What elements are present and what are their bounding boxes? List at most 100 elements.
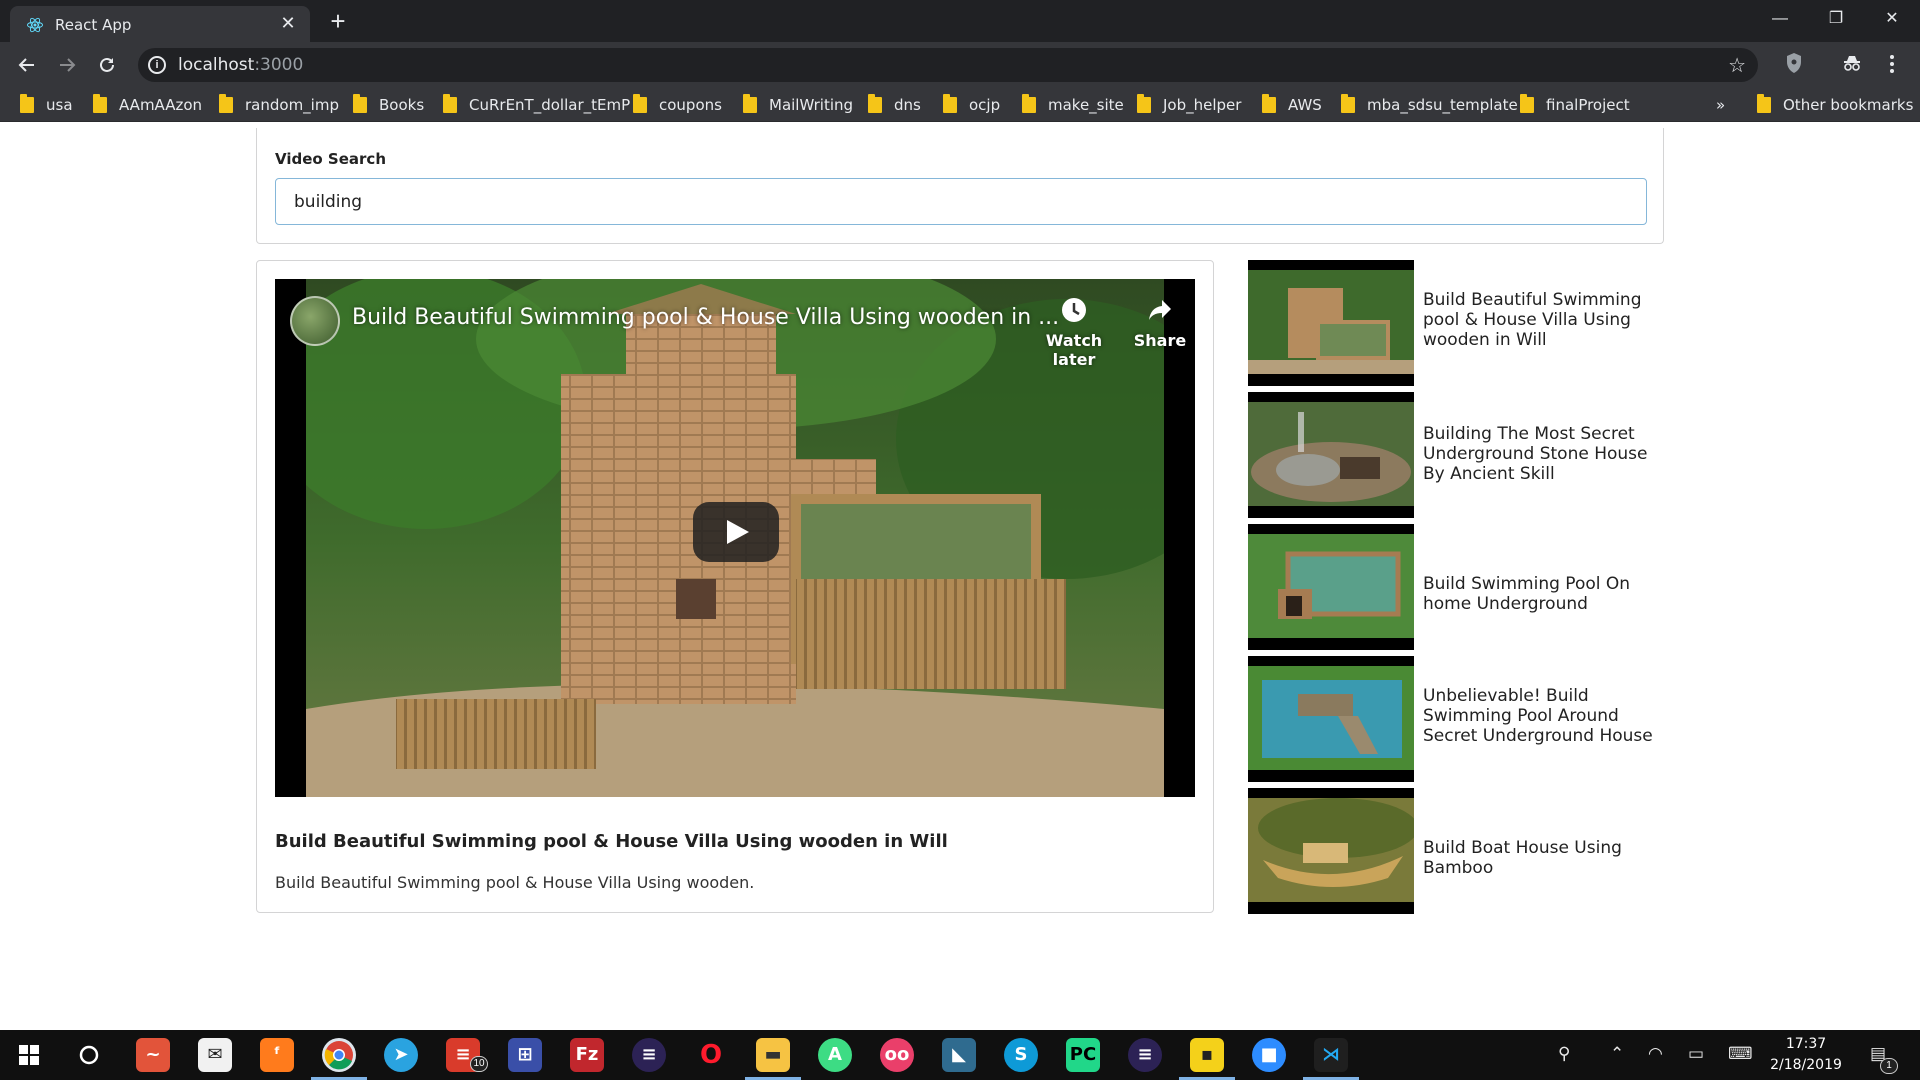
bookmark-folder[interactable]: coupons xyxy=(633,94,722,115)
wifi-icon[interactable]: ◠ xyxy=(1648,1044,1663,1064)
play-button[interactable] xyxy=(693,502,779,562)
share-arrow-icon xyxy=(1149,300,1171,320)
app-icon-tool[interactable]: ~ xyxy=(136,1038,170,1072)
folder-icon xyxy=(633,94,647,113)
app-icon-oo[interactable]: oo xyxy=(880,1038,914,1072)
search-circle-icon[interactable] xyxy=(72,1038,106,1072)
windows-start-icon[interactable] xyxy=(12,1038,46,1072)
minimize-button[interactable]: — xyxy=(1752,0,1808,38)
folder-icon xyxy=(93,94,107,113)
eclipse-icon-alt[interactable]: ≡ xyxy=(1128,1038,1162,1072)
video-thumbnail[interactable] xyxy=(1248,392,1414,518)
video-thumbnail[interactable] xyxy=(1248,524,1414,650)
new-tab-button[interactable]: + xyxy=(323,6,353,36)
android-studio-icon[interactable]: A xyxy=(818,1038,852,1072)
bookmark-folder[interactable]: mba_sdsu_template xyxy=(1341,94,1518,115)
react-logo-icon xyxy=(27,17,43,33)
folder-icon xyxy=(353,94,367,113)
bookmark-folder[interactable]: AWS xyxy=(1262,94,1322,115)
video-player[interactable]: Build Beautiful Swimming pool & House Vi… xyxy=(275,279,1195,797)
folder-icon xyxy=(1137,94,1151,113)
watch-later-button[interactable]: Watch later xyxy=(1029,297,1119,369)
bookmark-label: coupons xyxy=(659,96,722,114)
address-bar[interactable]: i localhost:3000 ☆ xyxy=(138,48,1758,82)
bookmark-folder[interactable]: usa xyxy=(20,94,73,115)
folder-icon xyxy=(20,94,34,113)
firefox-icon[interactable]: ᶠ xyxy=(260,1038,294,1072)
bookmark-folder[interactable]: finalProject xyxy=(1520,94,1630,115)
battery-icon[interactable]: ▭ xyxy=(1688,1044,1704,1064)
bookmark-label: CuRrEnT_dollar_tEmP xyxy=(469,96,631,114)
thumbnail-image xyxy=(1248,798,1414,902)
video-thumbnail[interactable] xyxy=(1248,260,1414,386)
site-info-icon[interactable]: i xyxy=(148,56,166,74)
bookmark-folder[interactable]: CuRrEnT_dollar_tEmP xyxy=(443,94,631,115)
back-button[interactable] xyxy=(12,50,42,80)
zoom-icon[interactable]: ■ xyxy=(1252,1038,1286,1072)
video-list-item[interactable]: Building The Most Secret Underground Sto… xyxy=(1248,392,1668,518)
video-search-input[interactable] xyxy=(275,178,1647,225)
bookmark-label: dns xyxy=(894,96,921,114)
bookmark-folder[interactable]: AAmAAzon xyxy=(93,94,202,115)
chrome-icon[interactable] xyxy=(322,1038,356,1072)
skype-icon[interactable]: S xyxy=(1004,1038,1038,1072)
vscode-icon[interactable]: ⋊ xyxy=(1314,1038,1348,1072)
share-button[interactable]: Share xyxy=(1115,297,1195,350)
video-list-item[interactable]: Build Boat House Using Bamboo xyxy=(1248,788,1668,914)
sticky-notes-icon[interactable]: ▪ xyxy=(1190,1038,1224,1072)
bookmark-folder[interactable]: make_site xyxy=(1022,94,1124,115)
other-bookmarks-folder[interactable]: Other bookmarks xyxy=(1757,94,1913,115)
extension-shield-icon[interactable] xyxy=(1782,48,1806,79)
reload-button[interactable] xyxy=(92,50,122,80)
network-app-icon[interactable]: ⊞ xyxy=(508,1038,542,1072)
bookmark-label: make_site xyxy=(1048,96,1124,114)
mail-icon[interactable]: ✉ xyxy=(198,1038,232,1072)
back-arrow-icon xyxy=(18,58,34,72)
bookmarks-overflow-button[interactable]: » xyxy=(1716,95,1725,115)
incognito-extension-icon[interactable] xyxy=(1840,48,1864,79)
folder-icon xyxy=(1022,94,1036,113)
keyboard-icon[interactable]: ⌨ xyxy=(1728,1044,1753,1064)
bookmark-label: AWS xyxy=(1288,96,1322,114)
telegram-icon[interactable]: ➤ xyxy=(384,1038,418,1072)
search-bar-card: Video Search xyxy=(256,128,1664,244)
opera-icon[interactable]: O xyxy=(694,1038,728,1072)
bookmark-folder[interactable]: Books xyxy=(353,94,424,115)
pycharm-icon[interactable]: PC xyxy=(1066,1038,1100,1072)
bookmark-folder[interactable]: dns xyxy=(868,94,921,115)
browser-tab[interactable]: React App ✕ xyxy=(10,6,310,42)
video-list-item[interactable]: Unbelievable! Build Swimming Pool Around… xyxy=(1248,656,1668,782)
notification-count: 1 xyxy=(1880,1058,1898,1074)
bookmark-folder[interactable]: random_imp xyxy=(219,94,339,115)
video-thumbnail[interactable] xyxy=(1248,788,1414,914)
folder-icon xyxy=(743,94,757,113)
bookmark-folder[interactable]: ocjp xyxy=(943,94,1000,115)
browser-menu-icon[interactable] xyxy=(1880,48,1904,79)
video-list-item-title: Build Beautiful Swimming pool & House Vi… xyxy=(1423,290,1642,350)
folder-icon xyxy=(868,94,882,113)
bookmark-folder[interactable]: Job_helper xyxy=(1137,94,1241,115)
player-video-title[interactable]: Build Beautiful Swimming pool & House Vi… xyxy=(352,305,1059,330)
tray-chevron-up-icon[interactable]: ⌃ xyxy=(1610,1044,1624,1064)
restore-button[interactable]: ❐ xyxy=(1808,0,1864,38)
video-thumbnail[interactable] xyxy=(1248,656,1414,782)
video-list-item-title: Build Boat House Using Bamboo xyxy=(1423,838,1622,878)
address-bar-url: localhost:3000 xyxy=(178,55,304,75)
mysql-workbench-icon[interactable]: ◣ xyxy=(942,1038,976,1072)
taskbar-clock[interactable]: 17:37 2/18/2019 xyxy=(1756,1034,1856,1076)
folder-icon xyxy=(1341,94,1355,113)
eclipse-icon[interactable]: ≡ xyxy=(632,1038,666,1072)
forward-button[interactable] xyxy=(52,50,82,80)
file-explorer-icon[interactable]: ▬ xyxy=(756,1038,790,1072)
filezilla-icon[interactable]: Fz xyxy=(570,1038,604,1072)
clock-date: 2/18/2019 xyxy=(1770,1057,1842,1073)
close-window-button[interactable]: ✕ xyxy=(1864,0,1920,38)
people-icon[interactable]: ⚲ xyxy=(1558,1044,1570,1064)
channel-avatar[interactable] xyxy=(290,296,340,346)
thumbnail-image xyxy=(1248,270,1414,374)
bookmark-star-icon[interactable]: ☆ xyxy=(1728,53,1746,78)
video-list-item[interactable]: Build Beautiful Swimming pool & House Vi… xyxy=(1248,260,1668,386)
tab-close-icon[interactable]: ✕ xyxy=(276,11,300,35)
bookmark-folder[interactable]: MailWriting xyxy=(743,94,853,115)
video-list-item[interactable]: Build Swimming Pool On home Underground xyxy=(1248,524,1668,650)
